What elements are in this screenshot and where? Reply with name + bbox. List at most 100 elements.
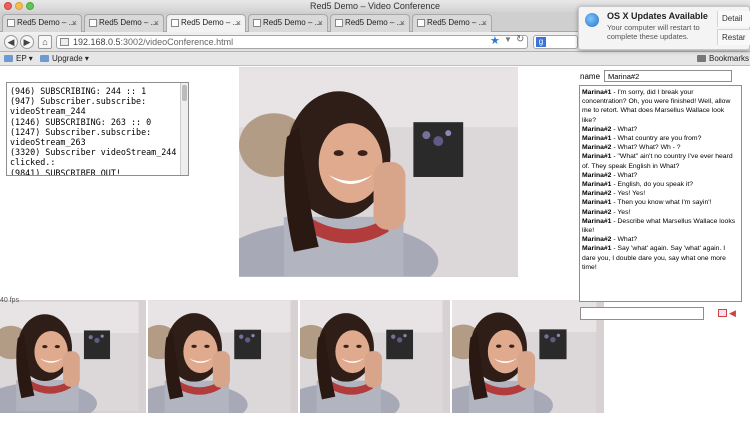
bookmarks-menu-label: Bookmarks [709, 54, 750, 63]
search-engine-icon[interactable]: g [536, 37, 546, 47]
url-dropdown-icon[interactable]: ▼ [504, 35, 512, 44]
tab-close-icon[interactable]: × [236, 15, 241, 31]
log-text: (946) SUBSCRIBING: 244 :: 1 (947) Subscr… [10, 86, 177, 176]
bookmark-folder-upgrade[interactable]: Upgrade ▾ [40, 52, 89, 65]
reload-icon[interactable]: ↻ [516, 34, 524, 45]
speaker-icon[interactable]: ◀ [729, 308, 736, 319]
log-scrollbar[interactable] [180, 83, 188, 175]
tab-close-icon[interactable]: × [318, 15, 323, 31]
log-scrollbar-thumb[interactable] [182, 85, 187, 101]
chat-message: Marina#2 - What? [582, 125, 739, 134]
chat-message: Marina#1 - Then you know what I'm sayin'… [582, 198, 739, 207]
page-favicon-icon [171, 19, 179, 27]
main-video-stream[interactable] [239, 67, 518, 277]
notification-body: Your computer will restart to complete t… [607, 23, 700, 41]
chat-text: - Yes! Yes! [611, 190, 646, 198]
zoom-window-button[interactable] [26, 2, 34, 10]
chat-user: Marina#1 [582, 153, 612, 161]
notification-title: OS X Updates Available [607, 11, 708, 21]
chat-user: Marina#2 [582, 144, 612, 152]
chat-message: Marina#1 - "What" ain't no country I've … [582, 152, 739, 170]
browser-tab[interactable]: Red5 Demo – ... × [248, 14, 328, 32]
chat-user: Marina#2 [582, 208, 612, 216]
home-icon[interactable]: ⌂ [38, 35, 52, 49]
tab-label: Red5 Demo – ... [427, 18, 486, 27]
subscriber-video-thumbnail[interactable] [0, 300, 146, 413]
page-favicon-icon [417, 19, 425, 27]
send-message-icon[interactable] [718, 309, 727, 317]
chat-text: - What country are you from? [611, 135, 702, 143]
update-notification: OS X Updates Available Your computer wil… [578, 6, 750, 50]
address-bar[interactable]: 192.168.0.5:3002/videoConference.html [56, 35, 528, 49]
page-icon [60, 38, 69, 46]
folder-icon [40, 55, 49, 62]
folder-icon [4, 55, 13, 62]
chat-message: Marina#1 - What country are you from? [582, 134, 739, 143]
tab-close-icon[interactable]: × [482, 15, 487, 31]
bookmark-label: EP [16, 54, 27, 63]
subscriber-video-thumbnail[interactable] [300, 300, 450, 413]
page-favicon-icon [335, 19, 343, 27]
tab-close-icon[interactable]: × [400, 15, 405, 31]
chat-text: - Yes! [611, 208, 631, 216]
tab-label: Red5 Demo – ... [263, 18, 322, 27]
bookmark-star-icon[interactable]: ★ [490, 34, 500, 47]
tab-label: Red5 Demo – ... [17, 18, 76, 27]
video-frame [300, 300, 450, 413]
chat-message-input[interactable] [580, 307, 704, 320]
tab-label: Red5 Demo – ... [181, 18, 240, 27]
bookmarks-bar: EP ▾ Upgrade ▾ Bookmarks [0, 52, 750, 66]
chat-name-label: name [580, 72, 601, 81]
chat-message: Marina#2 - What? [582, 171, 739, 180]
log-textarea[interactable]: (946) SUBSCRIBING: 244 :: 1 (947) Subscr… [6, 82, 189, 176]
page-favicon-icon [89, 19, 97, 27]
bookmark-folder-ep[interactable]: EP ▾ [4, 52, 33, 65]
notification-restart-button[interactable]: Restar [717, 29, 750, 45]
tab-close-icon[interactable]: × [72, 15, 77, 31]
search-box[interactable]: g [533, 35, 578, 49]
bookmarks-icon [697, 55, 706, 62]
forward-arrow-icon[interactable]: ▶ [20, 35, 34, 49]
chat-name-input[interactable] [604, 70, 732, 82]
url-path: :3002/videoConference.html [120, 37, 234, 47]
chat-message: Marina#1 - English, do you speak it? [582, 180, 739, 189]
chat-user: Marina#2 [582, 190, 612, 198]
chat-user: Marina#2 [582, 171, 612, 179]
browser-tab-active[interactable]: Red5 Demo – ... × [166, 14, 246, 32]
browser-tab[interactable]: Red5 Demo – ... × [412, 14, 492, 32]
video-frame [0, 300, 146, 413]
chat-user: Marina#1 [582, 199, 612, 207]
fps-counter: 40 fps [0, 297, 20, 304]
chat-log[interactable]: Marina#1 - I'm sorry, did I break your c… [579, 85, 742, 302]
chat-text: - What? What? Wh - ? [611, 144, 681, 152]
minimize-window-button[interactable] [15, 2, 23, 10]
chat-message: Marina#1 - Describe what Marsellus Walla… [582, 217, 739, 235]
chat-message: Marina#1 - I'm sorry, did I break your c… [582, 88, 739, 125]
app-store-icon [585, 13, 599, 27]
browser-tab[interactable]: Red5 Demo – ... × [84, 14, 164, 32]
close-window-button[interactable] [4, 2, 12, 10]
chat-user: Marina#2 [582, 125, 612, 133]
tab-close-icon[interactable]: × [154, 15, 159, 31]
chat-text: - What? [611, 236, 638, 244]
url-host: 192.168.0.5 [73, 37, 121, 47]
subscriber-video-thumbnail[interactable] [148, 300, 298, 413]
chat-text: - English, do you speak it? [611, 181, 694, 189]
tab-label: Red5 Demo – ... [345, 18, 404, 27]
chat-text: - What? [611, 125, 638, 133]
chat-message: Marina#2 - What? [582, 235, 739, 244]
browser-tab[interactable]: Red5 Demo – ... × [330, 14, 410, 32]
bookmark-label: Upgrade [52, 54, 83, 63]
chat-user: Marina#1 [582, 217, 612, 225]
chat-user: Marina#1 [582, 245, 612, 253]
bookmarks-menu-button[interactable]: Bookmarks [697, 52, 749, 65]
video-frame [148, 300, 298, 413]
chat-user: Marina#1 [582, 135, 612, 143]
page-favicon-icon [253, 19, 261, 27]
back-arrow-icon[interactable]: ◀ [4, 35, 18, 49]
notification-details-button[interactable]: Detail [717, 11, 750, 27]
browser-tab[interactable]: Red5 Demo – ... × [2, 14, 82, 32]
chat-message: Marina#1 - Say 'what' again. Say 'what' … [582, 244, 739, 272]
chat-text: - What? [611, 171, 638, 179]
tab-label: Red5 Demo – ... [99, 18, 158, 27]
